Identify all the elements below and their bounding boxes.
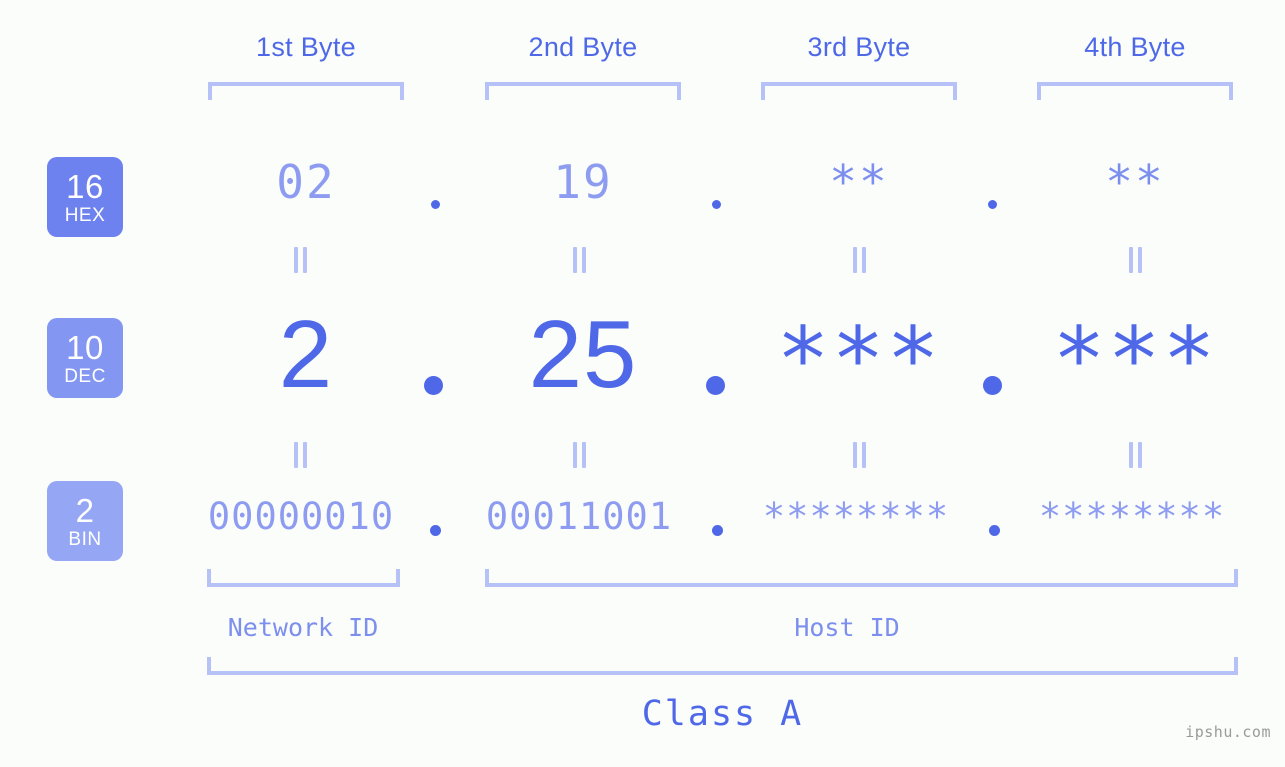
- equality-connector-dec-bin-4: [1129, 442, 1143, 468]
- dec-byte-1: 2: [278, 301, 334, 408]
- hex-separator-dot-2: [712, 200, 721, 209]
- bin-byte-2: 00011001: [485, 495, 673, 538]
- hex-byte-4: **: [1105, 155, 1165, 209]
- equality-connector-dec-bin-2: [573, 442, 587, 468]
- byte-bracket-2: [485, 82, 681, 100]
- dec-byte-3: ***: [776, 308, 942, 411]
- hex-byte-1: 02: [276, 155, 336, 209]
- hex-row: 02 19 ** **: [0, 155, 1285, 215]
- equality-connector-dec-bin-3: [853, 442, 867, 468]
- bin-separator-dot-3: [989, 525, 1000, 536]
- byte-header-1: 1st Byte: [256, 32, 356, 62]
- byte-bracket-3: [761, 82, 957, 100]
- bin-byte-1: 00000010: [207, 495, 395, 538]
- bin-separator-dot-2: [712, 525, 723, 536]
- hex-byte-3: **: [829, 155, 889, 209]
- host-id-label: Host ID: [794, 613, 900, 642]
- hex-separator-dot-3: [988, 200, 997, 209]
- host-id-bracket: [485, 569, 1238, 587]
- network-id-bracket: [207, 569, 400, 587]
- bin-byte-4: ********: [1038, 495, 1226, 538]
- equality-connector-hex-dec-1: [294, 247, 308, 273]
- dec-separator-dot-3: [983, 376, 1002, 395]
- byte-header-2: 2nd Byte: [528, 32, 638, 62]
- dec-byte-2: 25: [528, 301, 638, 408]
- dec-byte-4: ***: [1052, 308, 1218, 411]
- bin-row: 00000010 00011001 ******** ********: [0, 495, 1285, 545]
- dec-separator-dot-2: [706, 376, 725, 395]
- byte-header-4: 4th Byte: [1084, 32, 1186, 62]
- bin-byte-3: ********: [762, 495, 950, 538]
- dec-row: 2 25 *** ***: [0, 300, 1285, 420]
- byte-bracket-1: [208, 82, 404, 100]
- hex-separator-dot-1: [431, 200, 440, 209]
- equality-connector-hex-dec-2: [573, 247, 587, 273]
- bin-separator-dot-1: [430, 525, 441, 536]
- watermark: ipshu.com: [1185, 723, 1271, 741]
- equality-connector-hex-dec-3: [853, 247, 867, 273]
- byte-header-3: 3rd Byte: [807, 32, 911, 62]
- byte-bracket-4: [1037, 82, 1233, 100]
- class-bracket: [207, 657, 1238, 675]
- equality-connector-dec-bin-1: [294, 442, 308, 468]
- hex-byte-2: 19: [553, 155, 613, 209]
- dec-separator-dot-1: [424, 376, 443, 395]
- class-label: Class A: [641, 694, 804, 734]
- network-id-label: Network ID: [227, 613, 379, 642]
- equality-connector-hex-dec-4: [1129, 247, 1143, 273]
- ip-byte-diagram: 1st Byte 2nd Byte 3rd Byte 4th Byte 16 H…: [0, 0, 1285, 767]
